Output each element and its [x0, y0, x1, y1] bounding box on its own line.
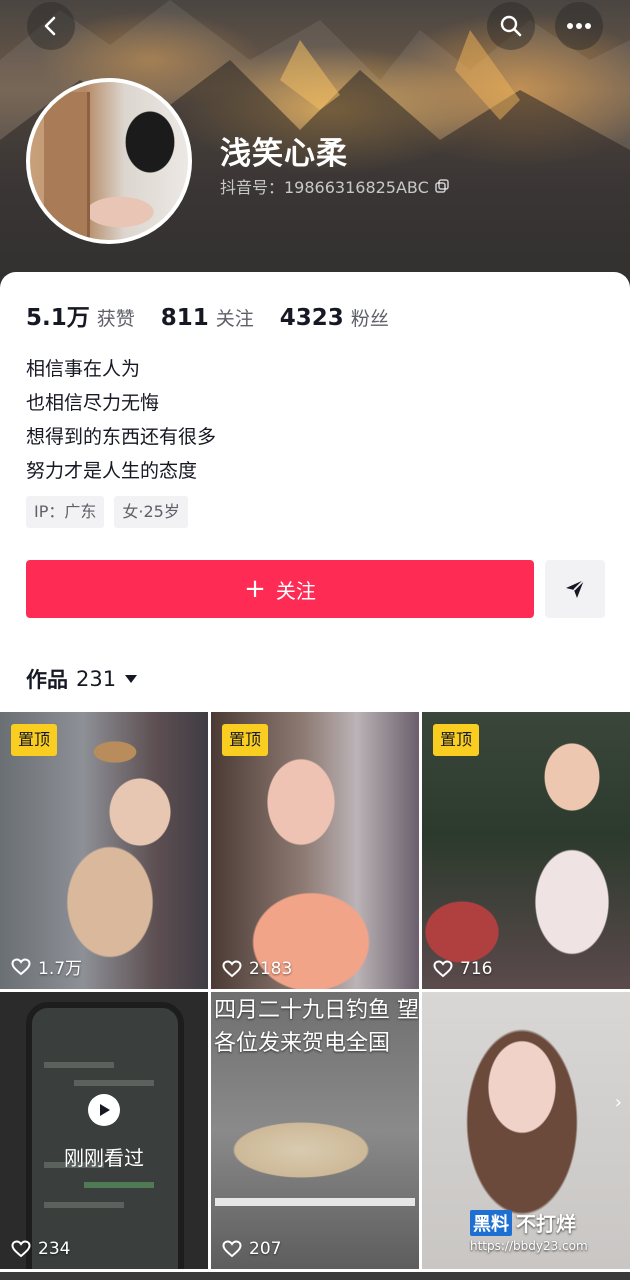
profile-tags: IP：广东 女·25岁 [26, 496, 188, 528]
profile-banner: 浅笑心柔 抖音号：19866316825ABC [0, 0, 630, 300]
back-button[interactable] [27, 2, 75, 50]
recently-watched-label: 刚刚看过 [64, 1146, 144, 1170]
play-button[interactable] [88, 1094, 120, 1126]
copy-icon[interactable] [435, 178, 450, 194]
video-tile[interactable]: 置顶 2183 [211, 712, 419, 989]
watermark-brand-text: 不打烊 [516, 1212, 576, 1236]
like-count: 234 [11, 1239, 70, 1259]
douyin-id[interactable]: 抖音号：19866316825ABC [220, 174, 450, 198]
watermark-url: https://bbdy23.com [470, 1239, 588, 1253]
bio-line: 想得到的东西还有很多 [26, 426, 217, 448]
share-button[interactable] [545, 560, 605, 618]
pinned-badge: 置顶 [433, 724, 480, 756]
search-button[interactable] [487, 2, 535, 50]
stat-label: 获赞 [96, 308, 135, 330]
follow-button[interactable]: + 关注 [26, 560, 534, 618]
video-tile[interactable]: 刚刚看过 234 [0, 992, 208, 1269]
like-count: 1.7万 [11, 954, 82, 979]
like-count-text: 207 [249, 1239, 282, 1259]
follow-label: 关注 [275, 578, 316, 603]
works-title: 作品 [26, 668, 68, 692]
stat-value: 4323 [279, 305, 344, 331]
video-tile[interactable]: 置顶 716 [422, 712, 630, 989]
search-icon [500, 15, 522, 37]
watermark-brand-box: 黑料 [470, 1209, 512, 1236]
stat-value: 5.1万 [26, 305, 90, 331]
like-count: 716 [433, 959, 492, 979]
more-icon [567, 23, 591, 29]
stat-followers[interactable]: 4323 粉丝 [280, 304, 389, 331]
heart-icon [222, 1240, 242, 1258]
stat-likes[interactable]: 5.1万 获赞 [26, 298, 135, 332]
pinned-badge: 置顶 [222, 724, 269, 756]
stat-label: 粉丝 [350, 308, 389, 330]
heart-icon [11, 1240, 31, 1258]
next-row-preview [0, 1272, 630, 1280]
bio-line: 努力才是人生的态度 [26, 460, 198, 482]
profile-stats: 5.1万 获赞 811 关注 4323 粉丝 [26, 298, 415, 332]
like-count-text: 1.7万 [38, 959, 83, 979]
like-count-text: 2183 [249, 959, 293, 979]
heart-icon [433, 960, 453, 978]
plus-icon: + [244, 574, 266, 604]
like-count: 2183 [222, 959, 292, 979]
like-count-text: 234 [38, 1239, 71, 1259]
heart-icon [222, 960, 242, 978]
bio-line: 相信事在人为 [26, 358, 141, 380]
photo-set-indicator: › [614, 1092, 622, 1113]
ruler-image [215, 1198, 415, 1206]
pinned-badge: 置顶 [11, 724, 58, 756]
watermark: 黑料 不打烊 https://bbdy23.com [470, 1208, 620, 1272]
douyin-id-text: 抖音号：19866316825ABC [220, 178, 429, 197]
stat-label: 关注 [215, 308, 254, 330]
works-count: 231 [76, 667, 117, 691]
profile-nickname: 浅笑心柔 [220, 136, 348, 172]
ip-location-tag: IP：广东 [26, 496, 105, 528]
play-icon [100, 1104, 110, 1116]
video-caption: 四月二十九日钓鱼 望各位发来贺电全国 [214, 998, 419, 1056]
gender-age-tag: 女·25岁 [114, 496, 188, 528]
more-button[interactable] [555, 2, 603, 50]
like-count: 207 [222, 1239, 281, 1259]
stat-value: 811 [160, 305, 209, 331]
share-icon [566, 579, 585, 598]
avatar[interactable] [26, 78, 192, 244]
avatar-photo-detail [44, 92, 90, 240]
back-icon [44, 16, 56, 36]
dropdown-icon [125, 675, 138, 683]
video-tile[interactable]: 四月二十九日钓鱼 望各位发来贺电全国 207 [211, 992, 419, 1269]
like-count-text: 716 [460, 959, 493, 979]
heart-icon [11, 957, 31, 975]
bio-line: 也相信尽力无悔 [26, 392, 160, 414]
video-tile[interactable]: 置顶 1.7万 [0, 712, 208, 989]
stat-following[interactable]: 811 关注 [161, 304, 254, 331]
works-tab[interactable]: 作品 231 [26, 664, 138, 694]
profile-bio: 相信事在人为 也相信尽力无悔 想得到的东西还有很多 努力才是人生的态度 [26, 352, 216, 488]
